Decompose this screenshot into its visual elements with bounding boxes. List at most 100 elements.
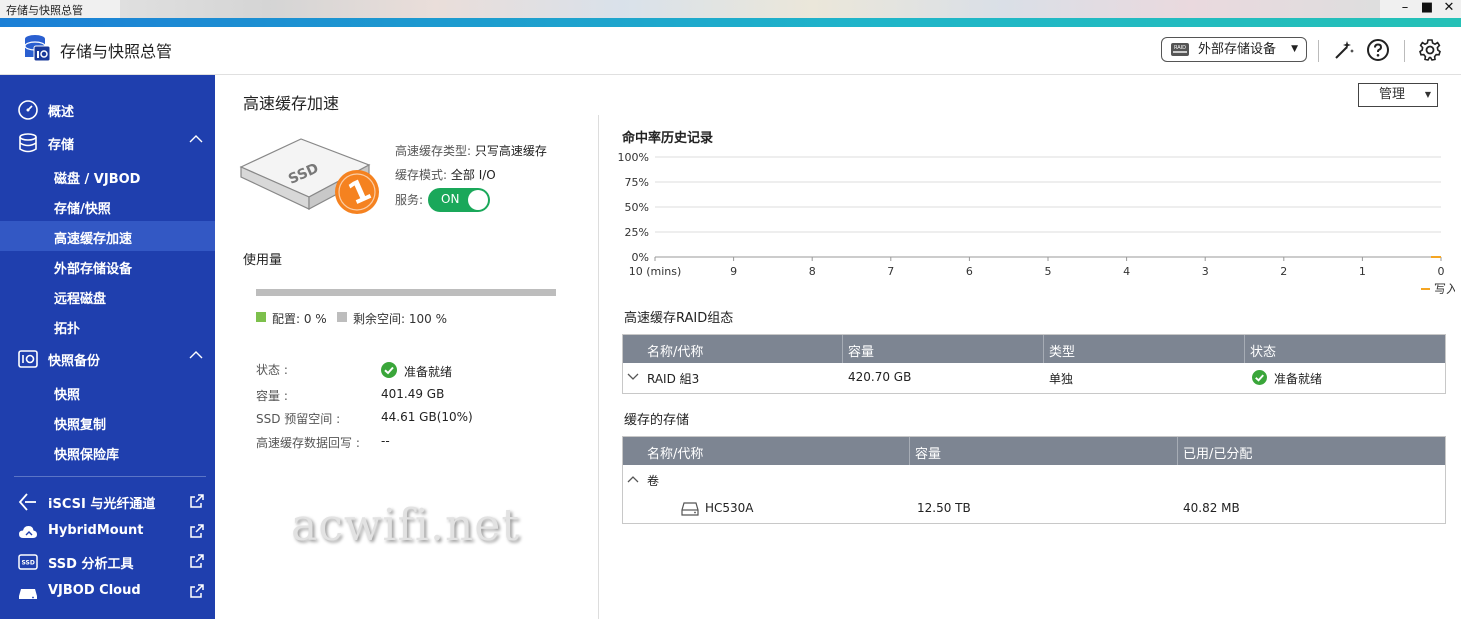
sidebar-item-snapshot[interactable]: 快照 bbox=[0, 377, 215, 407]
sidebar-item-label: VJBOD Cloud bbox=[48, 583, 141, 598]
sidebar-item-label: 磁盘 / VJBOD bbox=[54, 172, 141, 187]
column-header[interactable]: 容量 bbox=[915, 443, 941, 462]
sidebar-item-vjbod-cloud[interactable]: VJBOD Cloud bbox=[0, 577, 215, 607]
group-row[interactable]: 卷 bbox=[623, 465, 1445, 494]
manage-dropdown[interactable]: 管理 ▼ bbox=[1358, 83, 1438, 107]
cache-mode-value: 全部 I/O bbox=[450, 168, 496, 182]
chevron-down-icon: ▼ bbox=[1291, 44, 1298, 54]
sidebar-item-overview[interactable]: 概述 bbox=[0, 95, 215, 125]
writeback-label: 高速缓存数据回写 : bbox=[256, 436, 360, 450]
header-separator bbox=[1404, 40, 1405, 62]
check-circle-icon bbox=[381, 362, 397, 378]
group-label: 卷 bbox=[647, 474, 660, 488]
sidebar-item-label: 快照备份 bbox=[48, 354, 101, 369]
sidebar-item-iscsi[interactable]: iSCSI 与光纤通道 bbox=[0, 487, 215, 517]
sidebar-item-topology[interactable]: 拓扑 bbox=[0, 311, 215, 341]
column-header[interactable]: 名称/代称 bbox=[647, 443, 703, 462]
ssd-illustration: SSD 1 bbox=[239, 138, 379, 214]
magic-wand-icon[interactable] bbox=[1332, 38, 1356, 62]
sidebar-item-storage[interactable]: 存储 bbox=[0, 128, 215, 158]
column-header[interactable]: 已用/已分配 bbox=[1183, 443, 1252, 462]
sidebar-item-cache-acceleration[interactable]: 高速缓存加速 bbox=[0, 221, 215, 251]
y-tick-label: 0% bbox=[632, 251, 649, 264]
header-separator bbox=[1318, 40, 1319, 62]
sidebar-item-disks-vjbod[interactable]: 磁盘 / VJBOD bbox=[0, 161, 215, 191]
service-toggle-label: ON bbox=[441, 192, 460, 206]
watermark: acwifi.net bbox=[291, 500, 521, 551]
sidebar-item-snapshot-replica[interactable]: 快照复制 bbox=[0, 407, 215, 437]
hit-rate-chart: 100% 75% 50% 25% 0%10 (mins) 9 8 7 6 5 4 3 2 1 0 写入 bbox=[618, 151, 1455, 296]
column-header[interactable]: 名称/代称 bbox=[647, 341, 703, 360]
ssd-reserve-label: SSD 预留空间 : bbox=[256, 412, 341, 426]
sidebar-item-label: 远程磁盘 bbox=[54, 292, 107, 307]
raid-type: 单独 bbox=[1049, 372, 1074, 386]
accent-line bbox=[0, 18, 1461, 27]
column-header[interactable]: 状态 bbox=[1250, 341, 1276, 360]
chevron-up-icon bbox=[189, 135, 203, 143]
close-button[interactable]: ✕ bbox=[1438, 0, 1460, 18]
usage-title: 使用量 bbox=[243, 253, 283, 268]
sidebar-item-ssd-profiling[interactable]: SSD SSD 分析工具 bbox=[0, 547, 215, 577]
help-icon[interactable] bbox=[1366, 38, 1390, 62]
writeback-value: -- bbox=[381, 434, 390, 448]
toggle-knob bbox=[468, 190, 488, 210]
cache-type-row: 高速缓存类型: 只写高速缓存 bbox=[395, 142, 547, 159]
iscsi-icon bbox=[18, 493, 36, 511]
y-tick-label: 50% bbox=[625, 201, 649, 214]
x-tick-label: 0 bbox=[1438, 265, 1445, 278]
sidebar-item-remote-disk[interactable]: 远程磁盘 bbox=[0, 281, 215, 311]
service-toggle[interactable]: ON bbox=[428, 188, 490, 212]
column-header[interactable]: 类型 bbox=[1049, 341, 1075, 360]
service-label: 服务: bbox=[395, 193, 424, 207]
sidebar-item-storage-snapshots[interactable]: 存储/快照 bbox=[0, 191, 215, 221]
volume-disk-icon bbox=[681, 502, 699, 516]
x-tick-label: 10 (mins) bbox=[629, 265, 682, 278]
x-tick-label: 7 bbox=[887, 265, 894, 278]
external-storage-dropdown[interactable]: RAID 外部存储设备 ▼ bbox=[1161, 37, 1307, 62]
sidebar-item-label: 外部存储设备 bbox=[54, 262, 133, 277]
chevron-down-icon[interactable] bbox=[627, 373, 639, 381]
table-header: 名称/代称 容量 已用/已分配 bbox=[623, 437, 1445, 465]
maximize-button[interactable]: ■ bbox=[1416, 0, 1438, 18]
x-tick-label: 3 bbox=[1202, 265, 1209, 278]
sidebar-item-hybridmount[interactable]: HybridMount bbox=[0, 517, 215, 547]
capacity-value: 401.49 GB bbox=[381, 387, 445, 401]
sidebar-item-label: 存储/快照 bbox=[54, 202, 111, 217]
chart-title: 命中率历史记录 bbox=[622, 131, 714, 146]
sidebar-item-external-storage[interactable]: 外部存储设备 bbox=[0, 251, 215, 281]
minimize-button[interactable]: – bbox=[1394, 0, 1416, 18]
panel-divider bbox=[598, 115, 599, 619]
cache-type-label: 高速缓存类型: bbox=[395, 144, 472, 158]
sidebar-item-label: 概述 bbox=[48, 105, 75, 120]
x-tick-label: 2 bbox=[1280, 265, 1287, 278]
snapshot-icon bbox=[18, 350, 38, 368]
table-header: 名称/代称 容量 类型 状态 bbox=[623, 335, 1445, 363]
x-tick-label: 5 bbox=[1045, 265, 1052, 278]
chevron-up-icon[interactable] bbox=[627, 475, 639, 483]
window-title: 存储与快照总管 bbox=[6, 4, 83, 17]
sidebar-item-snapshot-vault[interactable]: 快照保险库 bbox=[0, 437, 215, 467]
table-row[interactable]: RAID 組3 420.70 GB 单独 准备就绪 bbox=[623, 363, 1445, 392]
gear-icon[interactable] bbox=[1418, 38, 1442, 62]
external-storage-label: 外部存储设备 bbox=[1198, 42, 1277, 57]
sidebar-item-label: 高速缓存加速 bbox=[54, 232, 133, 247]
volume-name: HC530A bbox=[705, 501, 754, 515]
status-label: 状态 : bbox=[256, 363, 288, 377]
ssd-icon: SSD bbox=[18, 554, 38, 570]
column-header[interactable]: 容量 bbox=[848, 341, 874, 360]
sidebar-item-snapshot-backup[interactable]: 快照备份 bbox=[0, 344, 215, 374]
page-title: 高速缓存加速 bbox=[243, 94, 340, 113]
app-header: 存储与快照总管 RAID 外部存储设备 ▼ bbox=[0, 27, 1461, 75]
x-tick-label: 6 bbox=[966, 265, 973, 278]
chevron-up-icon bbox=[189, 351, 203, 359]
sidebar-item-label: HybridMount bbox=[48, 523, 144, 538]
raid-capacity: 420.70 GB bbox=[848, 370, 912, 384]
table-row[interactable]: HC530A 12.50 TB 40.82 MB bbox=[623, 494, 1445, 523]
volume-capacity: 12.50 TB bbox=[917, 501, 971, 515]
legend-free-swatch bbox=[337, 312, 347, 322]
app-title: 存储与快照总管 bbox=[60, 42, 173, 61]
dashboard-gauge-icon bbox=[18, 100, 38, 120]
vjbod-cloud-icon bbox=[19, 589, 37, 599]
sidebar-item-label: 拓扑 bbox=[54, 322, 81, 337]
titlebar-background bbox=[120, 0, 1380, 18]
